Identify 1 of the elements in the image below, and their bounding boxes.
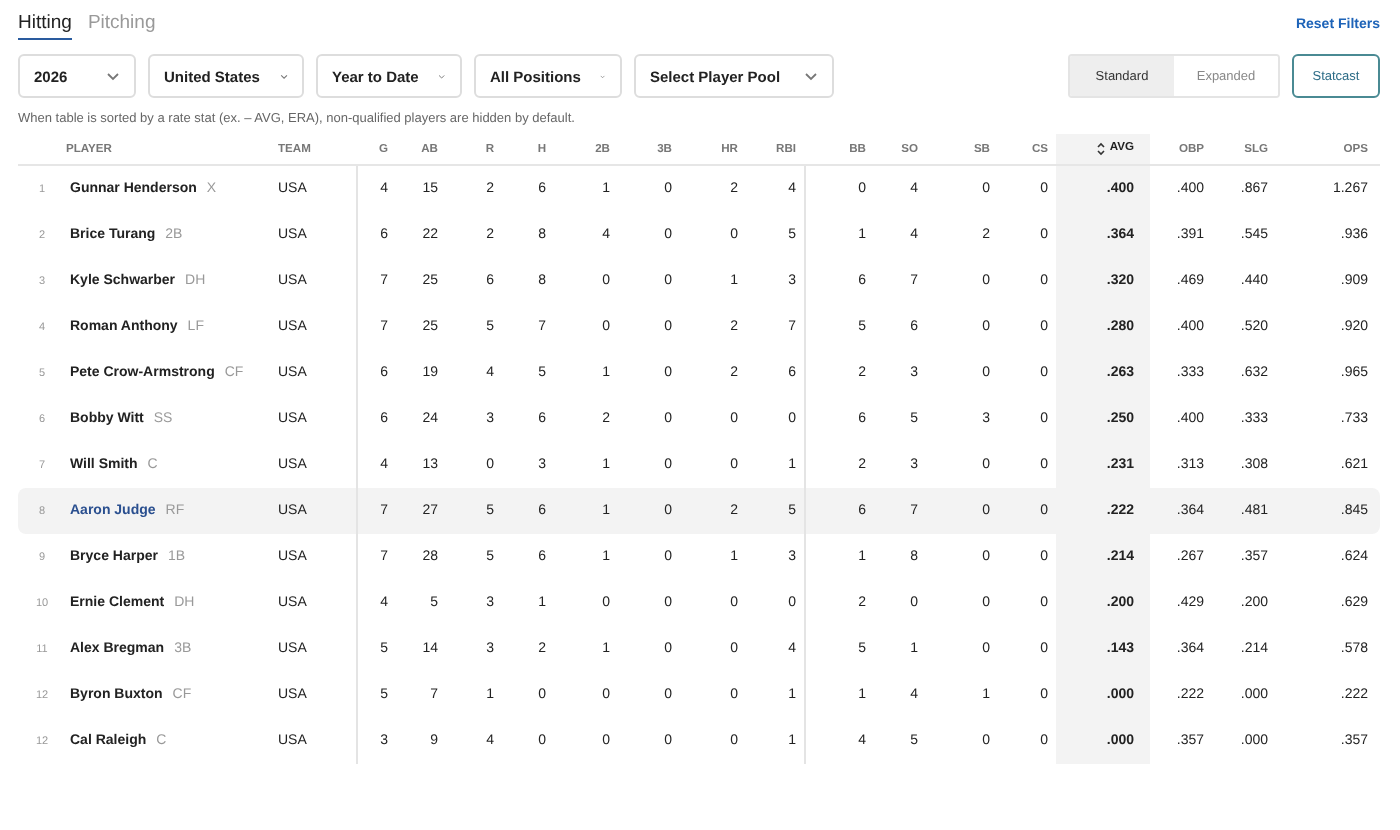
tab[interactable]: Hitting <box>18 8 72 40</box>
